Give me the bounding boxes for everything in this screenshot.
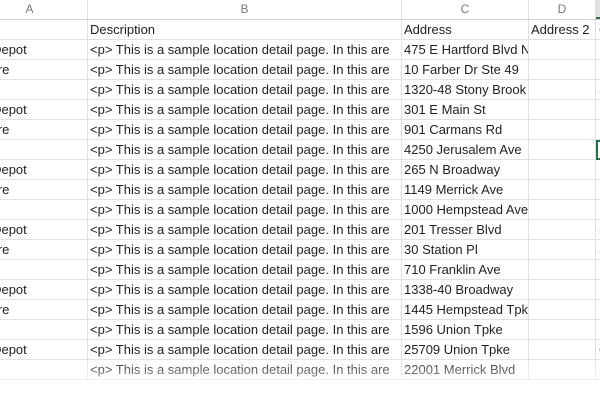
cell-c-r17[interactable]: 22001 Merrick Blvd <box>402 360 529 380</box>
cell-c-r10[interactable]: 201 Tresser Blvd <box>402 220 529 240</box>
column-header-e[interactable] <box>596 0 600 19</box>
cell-a-r15[interactable] <box>0 320 88 340</box>
column-header-d[interactable]: D <box>529 0 596 19</box>
cell-d-r15[interactable] <box>529 320 596 340</box>
column-header-a[interactable]: A <box>0 0 88 19</box>
cell-a-r9[interactable] <box>0 200 88 220</box>
cell-e-r2[interactable]: E <box>596 60 600 80</box>
cell-d-r6[interactable] <box>529 140 596 160</box>
cell-e-r3[interactable]: S <box>596 80 600 100</box>
cell-e-r11[interactable]: S <box>596 240 600 260</box>
cell-b-r2[interactable]: <p> This is a sample location detail pag… <box>88 60 402 80</box>
cell-d-r17[interactable] <box>529 360 596 380</box>
cell-e-r6[interactable]: M <box>596 140 600 160</box>
cell-e-r7[interactable]: H <box>596 160 600 180</box>
cell-c-r16[interactable]: 25709 Union Tpke <box>402 340 529 360</box>
cell-d-r14[interactable] <box>529 300 596 320</box>
cell-b-r16[interactable]: <p> This is a sample location detail pag… <box>88 340 402 360</box>
cell-b-r12[interactable]: <p> This is a sample location detail pag… <box>88 260 402 280</box>
cell-e-r9[interactable]: U <box>596 200 600 220</box>
cell-a-r8[interactable]: dware <box>0 180 88 200</box>
cell-b-r15[interactable]: <p> This is a sample location detail pag… <box>88 320 402 340</box>
cell-b-r6[interactable]: <p> This is a sample location detail pag… <box>88 140 402 160</box>
cell-c-r13[interactable]: 1338-40 Broadway <box>402 280 529 300</box>
cell-d-r10[interactable] <box>529 220 596 240</box>
cell-e-header[interactable]: C <box>596 20 600 40</box>
cell-e-r17[interactable] <box>596 360 600 380</box>
cell-b-r1[interactable]: <p> This is a sample location detail pag… <box>88 40 402 60</box>
cell-grid: DescriptionAddressAddress 2Cne Depot<p> … <box>0 20 600 380</box>
cell-b-r11[interactable]: <p> This is a sample location detail pag… <box>88 240 402 260</box>
cell-e-r14[interactable]: E <box>596 300 600 320</box>
cell-a-r1[interactable]: ne Depot <box>0 40 88 60</box>
spreadsheet-viewport: A B C D DescriptionAddressAddress 2Cne D… <box>0 0 600 400</box>
cell-a-r14[interactable]: dware <box>0 300 88 320</box>
cell-a-r17[interactable] <box>0 360 88 380</box>
column-header-bar: A B C D <box>0 0 600 20</box>
cell-d-r12[interactable] <box>529 260 596 280</box>
cell-b-r7[interactable]: <p> This is a sample location detail pag… <box>88 160 402 180</box>
column-header-b[interactable]: B <box>88 0 402 19</box>
cell-a-r4[interactable]: ne Depot <box>0 100 88 120</box>
cell-a-r13[interactable]: ne Depot <box>0 280 88 300</box>
cell-d-header[interactable]: Address 2 <box>529 20 596 40</box>
cell-e-r5[interactable]: M <box>596 120 600 140</box>
cell-b-r3[interactable]: <p> This is a sample location detail pag… <box>88 80 402 100</box>
cell-e-r10[interactable]: S <box>596 220 600 240</box>
cell-d-r5[interactable] <box>529 120 596 140</box>
cell-c-r5[interactable]: 901 Carmans Rd <box>402 120 529 140</box>
cell-c-r11[interactable]: 30 Station Pl <box>402 240 529 260</box>
cell-c-r8[interactable]: 1149 Merrick Ave <box>402 180 529 200</box>
cell-d-r1[interactable] <box>529 40 596 60</box>
cell-d-r4[interactable] <box>529 100 596 120</box>
cell-c-r2[interactable]: 10 Farber Dr Ste 49 <box>402 60 529 80</box>
cell-e-r12[interactable]: F <box>596 260 600 280</box>
cell-d-r8[interactable] <box>529 180 596 200</box>
cell-e-r13[interactable]: H <box>596 280 600 300</box>
cell-c-r3[interactable]: 1320-48 Stony Brook Rd <box>402 80 529 100</box>
cell-d-r13[interactable] <box>529 280 596 300</box>
cell-b-r17[interactable]: <p> This is a sample location detail pag… <box>88 360 402 380</box>
cell-c-r15[interactable]: 1596 Union Tpke <box>402 320 529 340</box>
cell-a-r11[interactable]: dware <box>0 240 88 260</box>
cell-b-r8[interactable]: <p> This is a sample location detail pag… <box>88 180 402 200</box>
cell-a-r12[interactable] <box>0 260 88 280</box>
cell-b-header[interactable]: Description <box>88 20 402 40</box>
cell-d-r3[interactable] <box>529 80 596 100</box>
cell-c-r1[interactable]: 475 E Hartford Blvd N <box>402 40 529 60</box>
cell-c-r6[interactable]: 4250 Jerusalem Ave <box>402 140 529 160</box>
cell-c-r12[interactable]: 710 Franklin Ave <box>402 260 529 280</box>
cell-e-r15[interactable]: N <box>596 320 600 340</box>
cell-a-r2[interactable]: dware <box>0 60 88 80</box>
cell-d-r9[interactable] <box>529 200 596 220</box>
cell-b-r5[interactable]: <p> This is a sample location detail pag… <box>88 120 402 140</box>
cell-a-r5[interactable]: dware <box>0 120 88 140</box>
cell-d-r16[interactable] <box>529 340 596 360</box>
cell-d-r7[interactable] <box>529 160 596 180</box>
cell-c-r14[interactable]: 1445 Hempstead Tpke <box>402 300 529 320</box>
column-header-c[interactable]: C <box>402 0 529 19</box>
cell-c-r9[interactable]: 1000 Hempstead Ave <box>402 200 529 220</box>
cell-b-r13[interactable]: <p> This is a sample location detail pag… <box>88 280 402 300</box>
cell-c-r4[interactable]: 301 E Main St <box>402 100 529 120</box>
cell-a-r10[interactable]: ne Depot <box>0 220 88 240</box>
cell-b-r9[interactable]: <p> This is a sample location detail pag… <box>88 200 402 220</box>
cell-e-r4[interactable]: E <box>596 100 600 120</box>
cell-e-r16[interactable]: C <box>596 340 600 360</box>
cell-b-r4[interactable]: <p> This is a sample location detail pag… <box>88 100 402 120</box>
cell-a-r7[interactable]: ne Depot <box>0 160 88 180</box>
cell-c-header[interactable]: Address <box>402 20 529 40</box>
cell-b-r14[interactable]: <p> This is a sample location detail pag… <box>88 300 402 320</box>
cell-d-r2[interactable] <box>529 60 596 80</box>
cell-e-r8[interactable]: M <box>596 180 600 200</box>
cell-a-r6[interactable] <box>0 140 88 160</box>
cell-c-r7[interactable]: 265 N Broadway <box>402 160 529 180</box>
cell-b-r10[interactable]: <p> This is a sample location detail pag… <box>88 220 402 240</box>
cell-a-header[interactable] <box>0 20 88 40</box>
cell-e-r1[interactable]: E <box>596 40 600 60</box>
cell-a-r16[interactable]: ne Depot <box>0 340 88 360</box>
cell-a-r3[interactable] <box>0 80 88 100</box>
cell-d-r11[interactable] <box>529 240 596 260</box>
